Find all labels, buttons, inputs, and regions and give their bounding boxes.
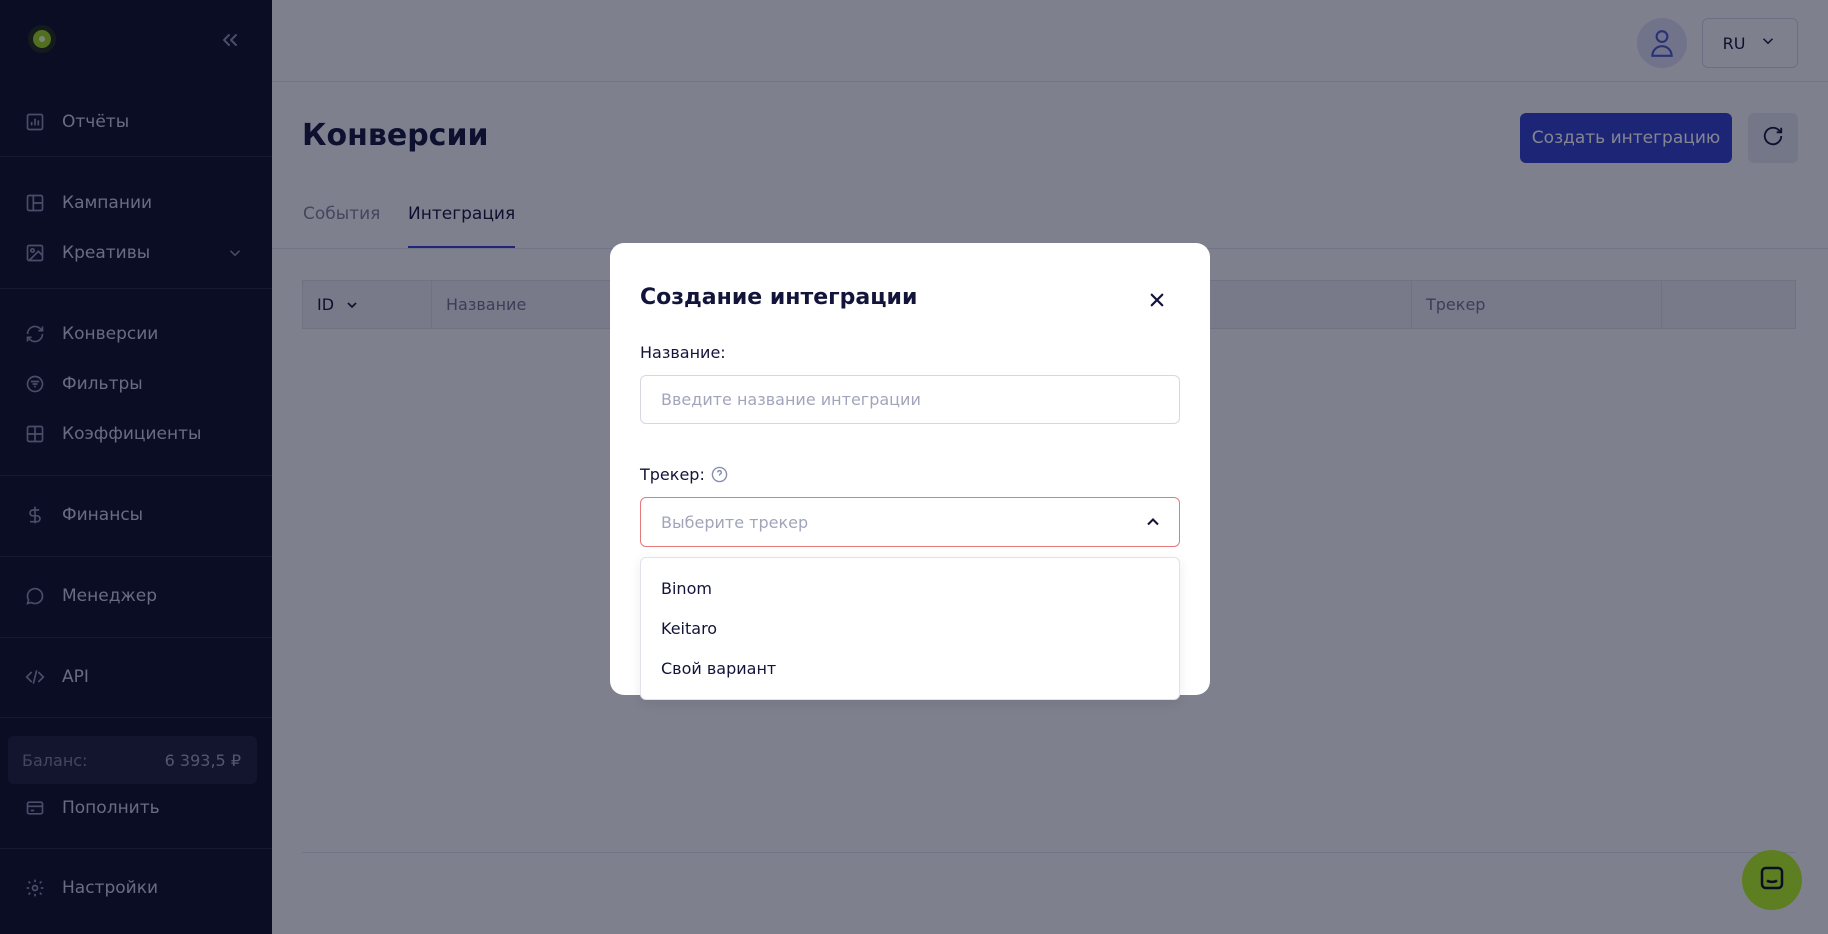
tracker-option-custom[interactable]: Свой вариант [641,648,1179,688]
tracker-label: Трекер: [640,465,728,484]
name-label-text: Название: [640,343,726,362]
chevron-up-icon [1143,512,1163,532]
help-icon[interactable] [711,466,728,483]
close-icon[interactable] [1144,287,1170,313]
name-label: Название: [640,343,726,362]
integration-name-input[interactable] [640,375,1180,424]
tracker-label-text: Трекер: [640,465,705,484]
tracker-option-keitaro[interactable]: Keitaro [641,608,1179,648]
modal-title: Создание интеграции [640,285,918,310]
tracker-option-binom[interactable]: Binom [641,568,1179,608]
tracker-select[interactable]: Выберите трекер [640,497,1180,547]
tracker-select-placeholder: Выберите трекер [661,512,809,532]
tracker-dropdown: Binom Keitaro Свой вариант [640,557,1180,700]
